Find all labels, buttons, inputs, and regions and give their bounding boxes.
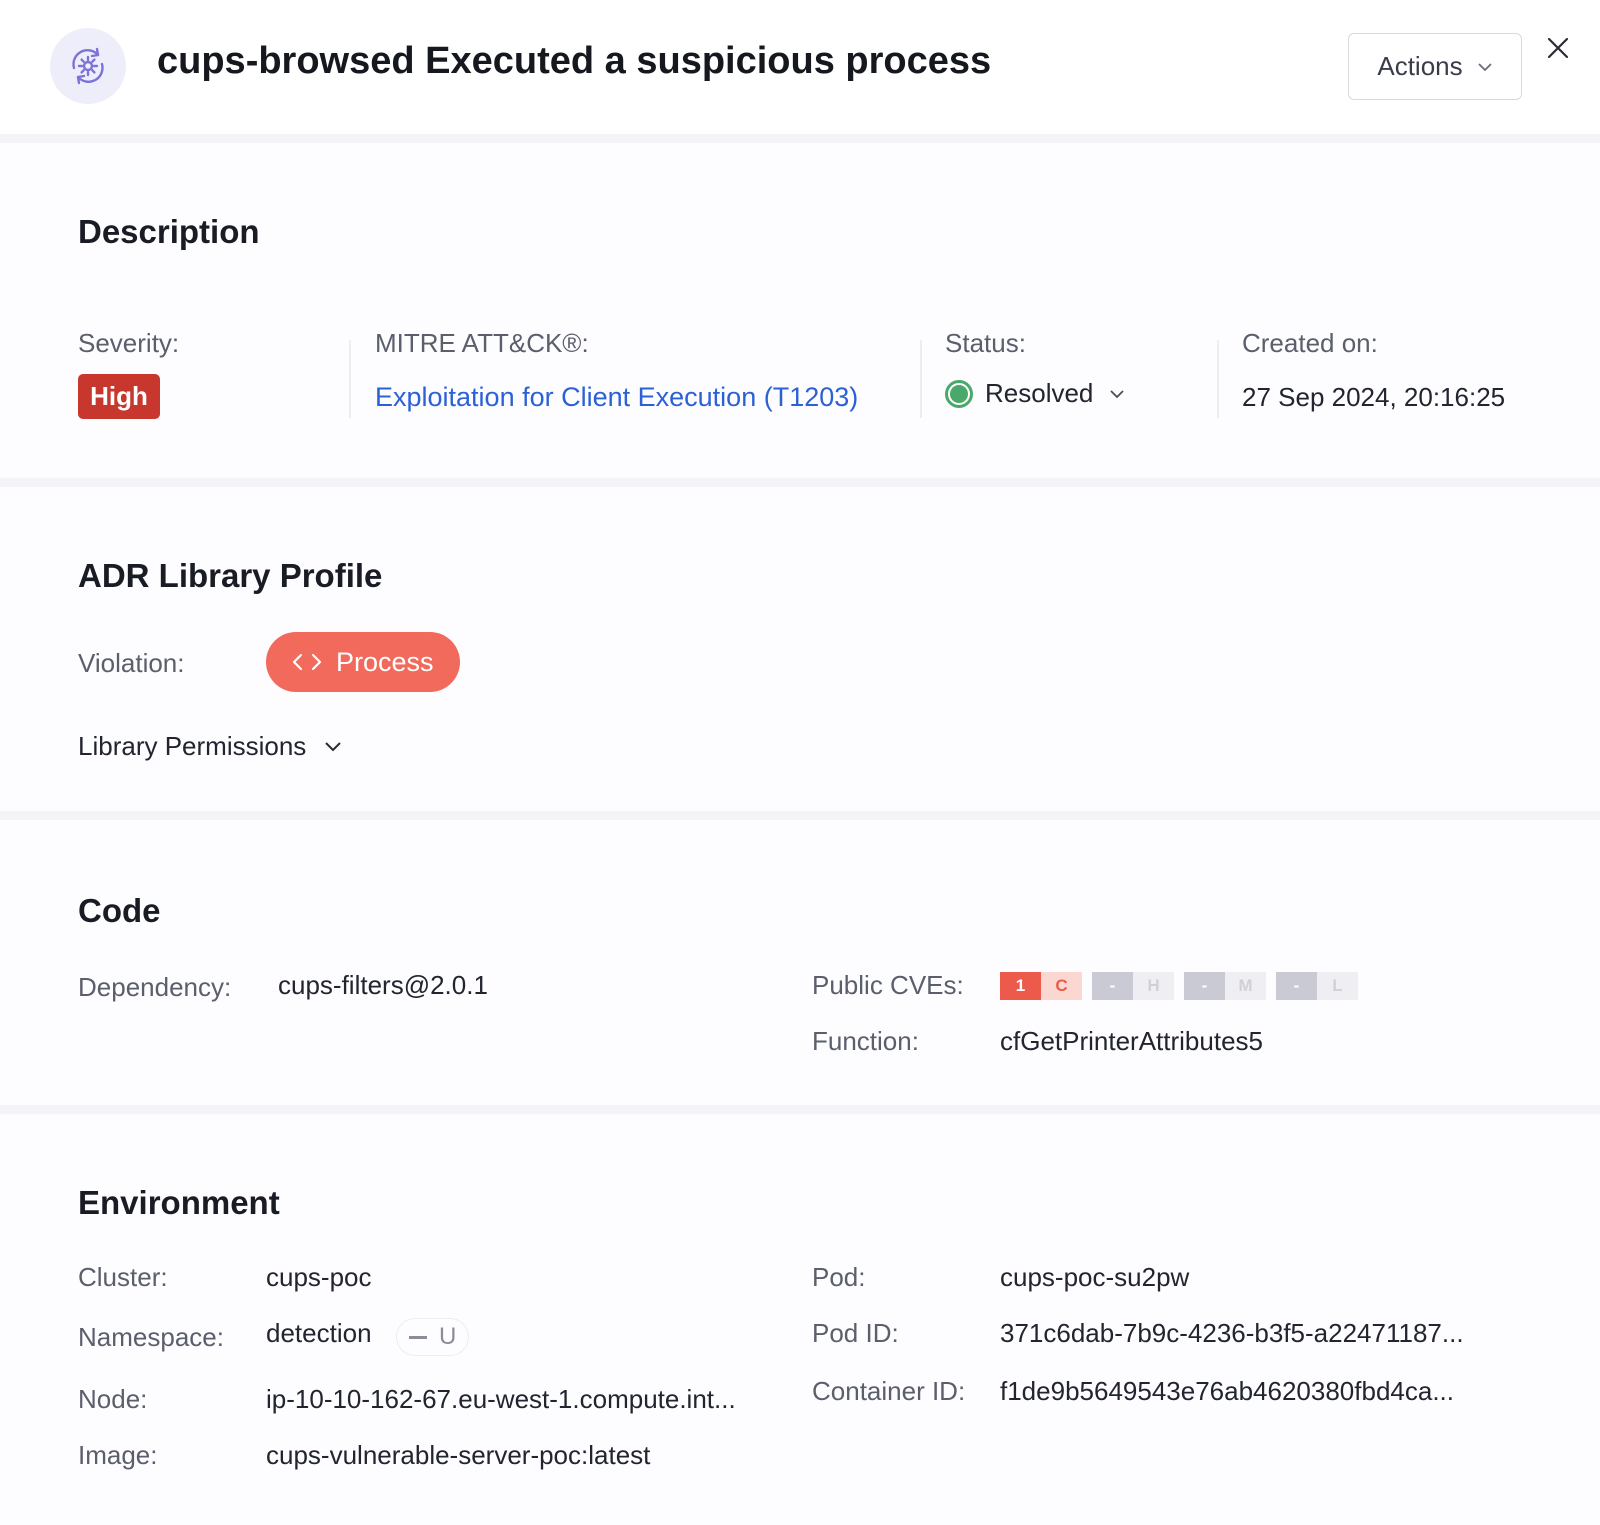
function-value: cfGetPrinterAttributes5	[1000, 1026, 1263, 1056]
environment-title: Environment	[78, 1184, 280, 1221]
violation-label: Violation:	[78, 648, 185, 678]
pod-id-value: 371c6dab-7b9c-4236-b3f5-a22471187...	[1000, 1318, 1464, 1348]
description-section: Description	[0, 143, 1600, 478]
close-button[interactable]	[1540, 30, 1576, 66]
node-value: ip-10-10-162-67.eu-west-1.compute.int...	[266, 1384, 736, 1414]
section-divider	[0, 1105, 1600, 1114]
image-label: Image:	[78, 1440, 158, 1470]
pod-label: Pod:	[812, 1262, 866, 1292]
public-cves-label: Public CVEs:	[812, 970, 964, 1000]
dependency-value: cups-filters@2.0.1	[278, 970, 488, 1000]
code-icon	[292, 653, 322, 671]
section-divider	[0, 811, 1600, 820]
cluster-label: Cluster:	[78, 1262, 168, 1292]
actions-button[interactable]: Actions	[1348, 33, 1522, 100]
pod-id-label: Pod ID:	[812, 1318, 899, 1348]
violation-value: Process	[336, 646, 434, 677]
cve-high-badge: -H	[1092, 972, 1174, 1000]
namespace-tag: U	[396, 1318, 470, 1356]
dash-icon	[409, 1335, 427, 1339]
status-value: Resolved	[985, 378, 1094, 408]
status-resolved-icon	[945, 379, 973, 408]
severity-label: Severity:	[78, 328, 180, 358]
namespace-label: Namespace:	[78, 1322, 224, 1352]
page-title: cups-browsed Executed a suspicious proce…	[157, 40, 992, 82]
library-permissions-toggle[interactable]: Library Permissions	[78, 731, 342, 762]
column-divider	[349, 340, 351, 418]
cve-critical-badge: 1C	[1000, 972, 1082, 1000]
cve-low-badge: -L	[1276, 972, 1358, 1000]
chevron-down-icon	[1110, 389, 1125, 398]
mitre-label: MITRE ATT&CK®:	[375, 328, 589, 358]
image-value: cups-vulnerable-server-poc:latest	[266, 1440, 651, 1470]
created-value: 27 Sep 2024, 20:16:25	[1242, 382, 1506, 412]
panel-header: cups-browsed Executed a suspicious proce…	[0, 0, 1600, 134]
cve-medium-badge: -M	[1184, 972, 1266, 1000]
cve-counts: 1C -H -M -L	[1000, 972, 1358, 1000]
gear-sync-icon	[50, 28, 126, 104]
library-permissions-label: Library Permissions	[78, 731, 307, 761]
severity-badge: High	[78, 374, 160, 419]
description-title: Description	[78, 213, 260, 250]
chevron-down-icon	[325, 742, 342, 752]
section-divider	[0, 478, 1600, 487]
adr-title: ADR Library Profile	[78, 557, 383, 594]
status-dropdown[interactable]: Resolved	[945, 378, 1125, 409]
actions-label: Actions	[1377, 51, 1463, 81]
chevron-down-icon	[1477, 62, 1492, 71]
violation-process-pill[interactable]: Process	[266, 632, 460, 692]
pod-value: cups-poc-su2pw	[1000, 1262, 1190, 1292]
function-label: Function:	[812, 1026, 919, 1056]
close-icon	[1547, 37, 1569, 59]
container-id-value: f1de9b5649543e76ab4620380fbd4ca...	[1000, 1376, 1454, 1406]
dependency-label: Dependency:	[78, 972, 232, 1002]
section-divider	[0, 134, 1600, 143]
created-label: Created on:	[1242, 328, 1378, 358]
cluster-value: cups-poc	[266, 1262, 372, 1292]
container-id-label: Container ID:	[812, 1376, 966, 1406]
code-section: Code	[0, 820, 1600, 1105]
node-label: Node:	[78, 1384, 148, 1414]
status-label: Status:	[945, 328, 1026, 358]
mitre-link[interactable]: Exploitation for Client Execution (T1203…	[375, 382, 858, 413]
column-divider	[920, 340, 922, 418]
adr-section: ADR Library Profile	[0, 487, 1600, 811]
namespace-value: detection	[266, 1318, 372, 1348]
code-title: Code	[78, 892, 161, 929]
column-divider	[1217, 340, 1219, 418]
